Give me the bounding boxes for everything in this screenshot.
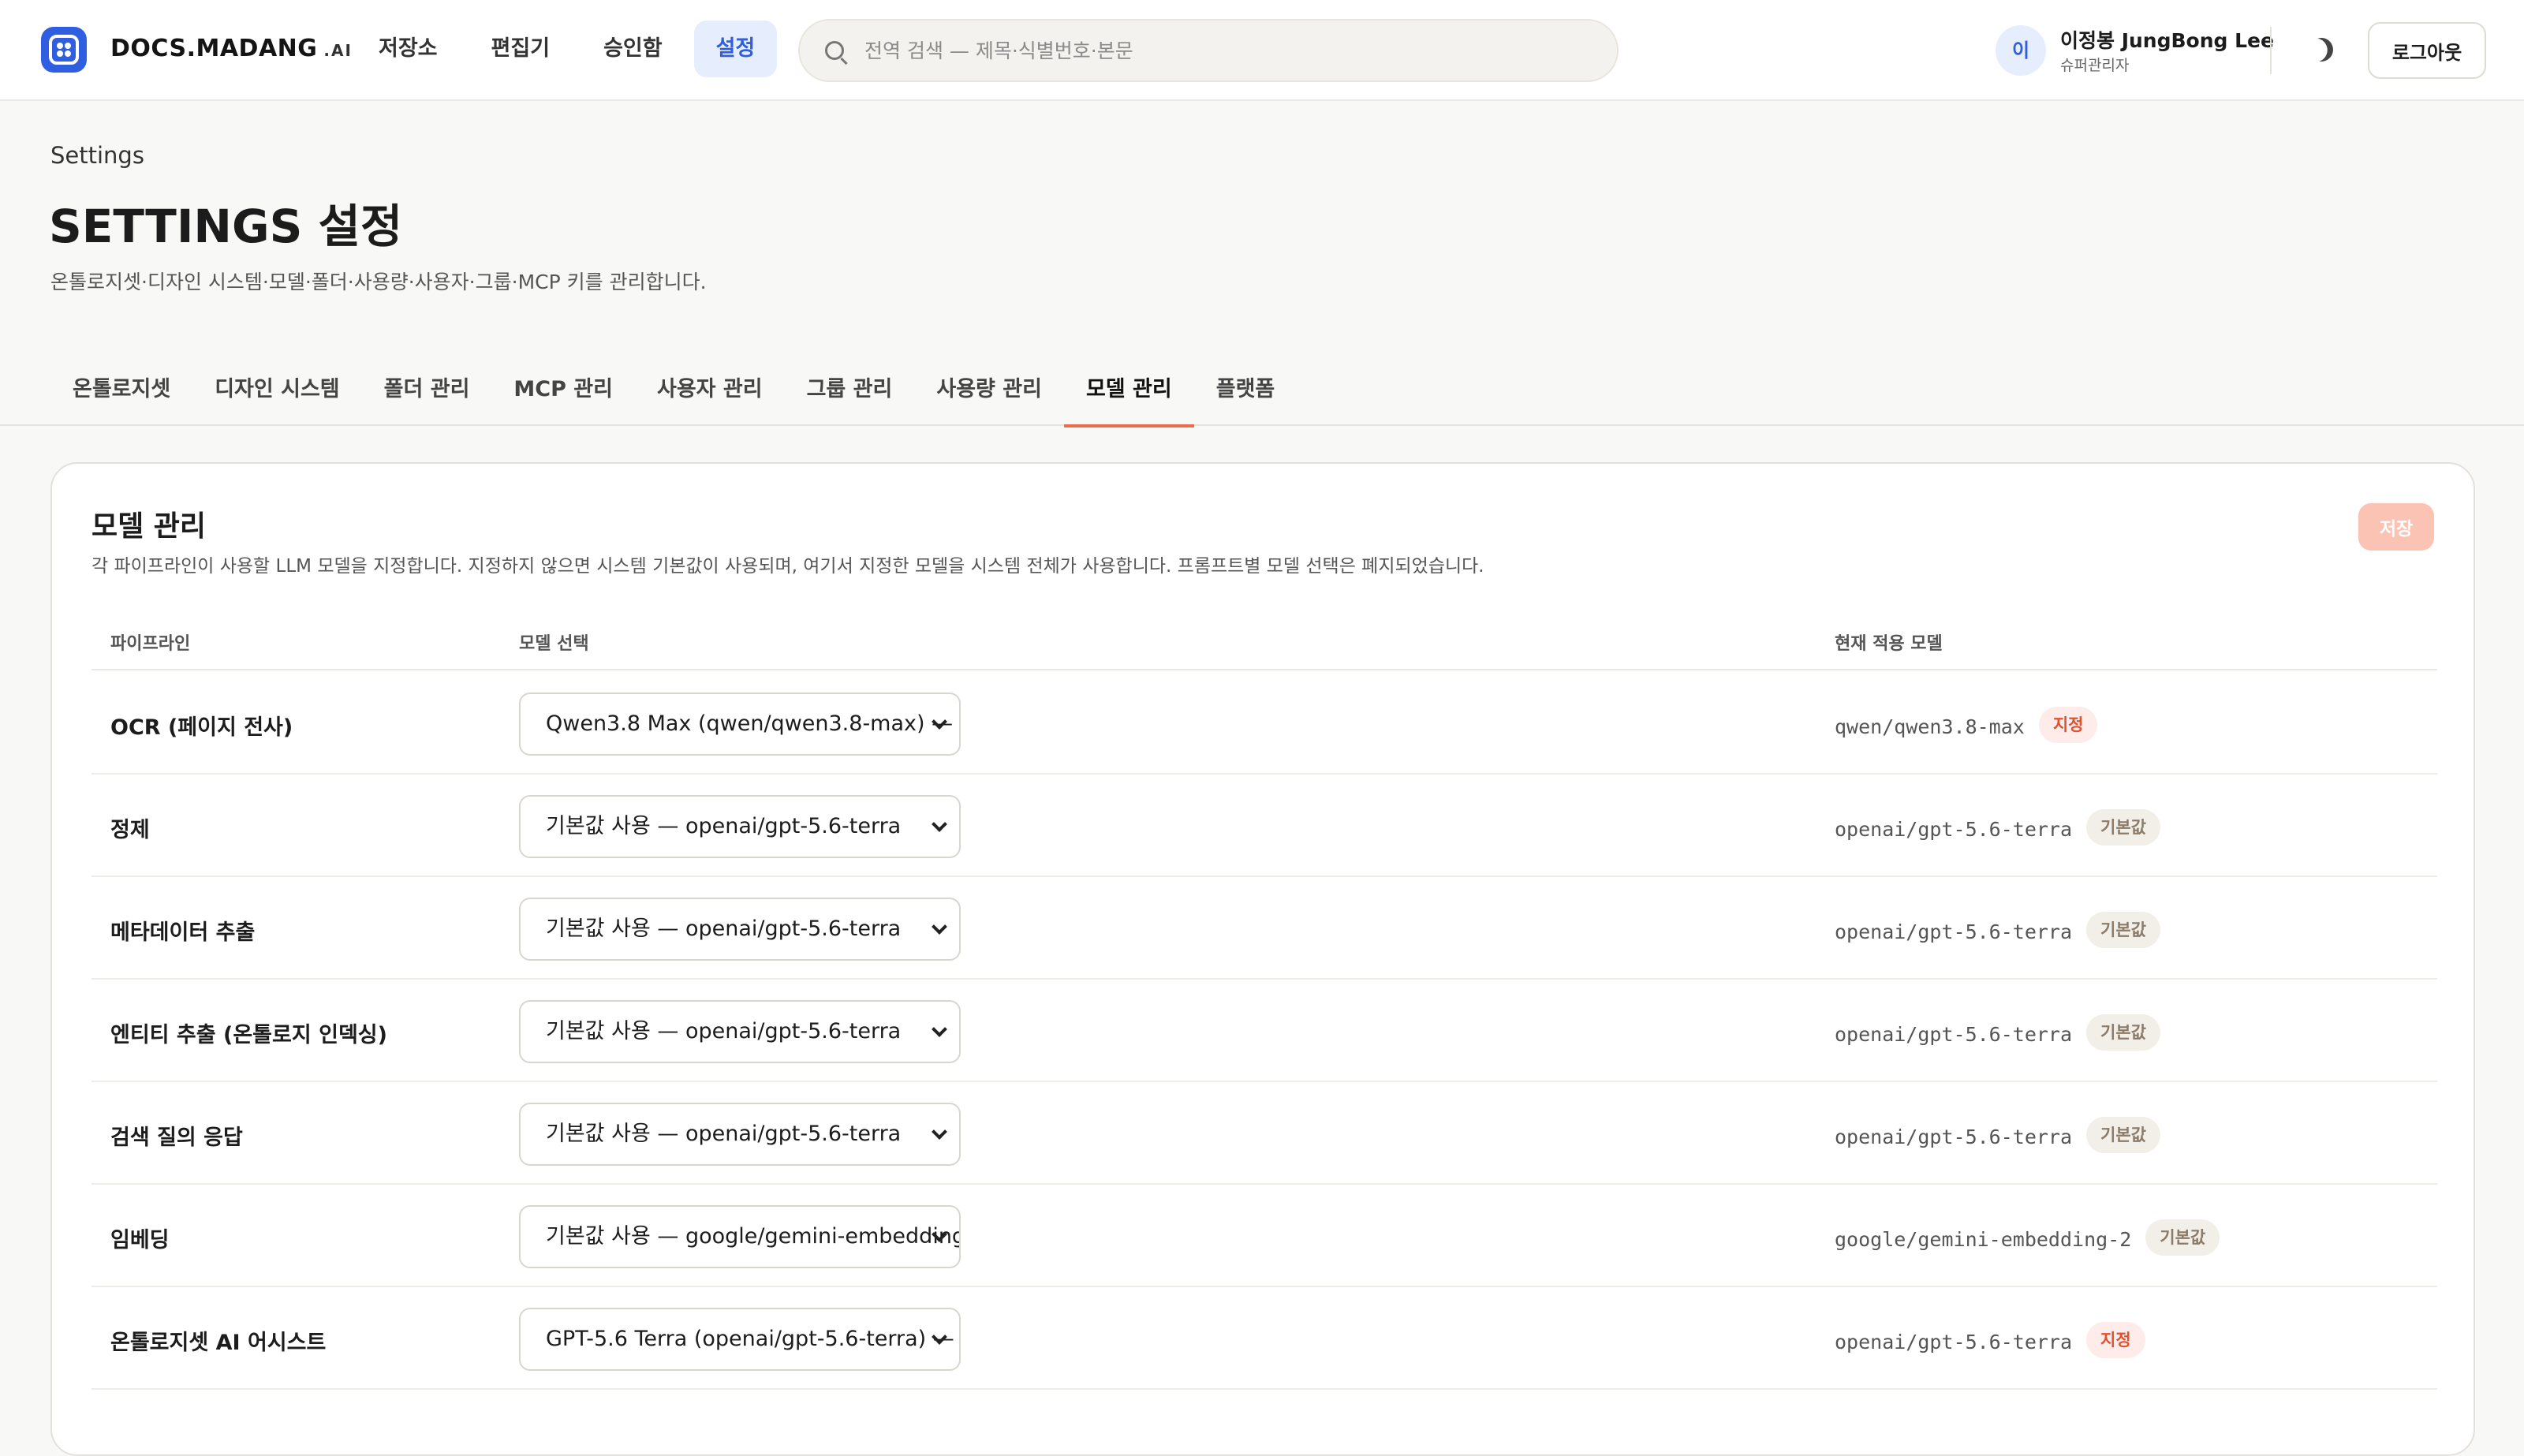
save-button[interactable]: 저장 — [2358, 503, 2434, 551]
card-title: 모델 관리 — [91, 510, 207, 543]
current-model-id: openai/gpt-5.6-terra — [1835, 1023, 2073, 1046]
model-select-value: GPT-5.6 Terra (openai/gpt-5.6-terra) — — [546, 1327, 954, 1351]
global-search — [798, 19, 1619, 82]
settings-tabs: 온톨로지셋 디자인 시스템 폴더 관리 MCP 관리 사용자 관리 그룹 관리 … — [0, 363, 2524, 427]
chevron-down-icon — [932, 816, 947, 832]
main-nav: 저장소 편집기 승인함 설정 — [357, 21, 778, 77]
model-select-value: 기본값 사용 — google/gemini-embedding — [546, 1224, 961, 1249]
table-header: 파이프라인 모델 선택 현재 적용 모델 — [91, 622, 2437, 670]
tab-folder-management[interactable]: 폴더 관리 — [362, 363, 492, 426]
model-select-value: 기본값 사용 — openai/gpt-5.6-terra — [546, 1019, 902, 1043]
model-select-value: 기본값 사용 — openai/gpt-5.6-terra — [546, 814, 902, 838]
current-model-id: openai/gpt-5.6-terra — [1835, 1126, 2073, 1148]
pipeline-name: OCR (페이지 전사) — [110, 715, 293, 740]
current-model-id: openai/gpt-5.6-terra — [1835, 818, 2073, 841]
current-model: openai/gpt-5.6-terra 기본값 — [1835, 1014, 2160, 1054]
tab-group-management[interactable]: 그룹 관리 — [785, 363, 915, 426]
tab-mcp-management[interactable]: MCP 관리 — [491, 363, 635, 426]
user-role: 슈퍼관리자 — [2060, 57, 2130, 74]
tab-platform[interactable]: 플랫폼 — [1194, 363, 1297, 426]
header-divider — [2270, 27, 2272, 74]
brand-suffix: .AI — [323, 41, 353, 60]
search-icon — [825, 41, 844, 60]
pipeline-name: 정제 — [110, 818, 150, 842]
nav-item-settings[interactable]: 설정 — [693, 21, 778, 77]
model-select[interactable]: 기본값 사용 — openai/gpt-5.6-terra — [519, 795, 961, 858]
top-bar: DOCS.MADANG .AI 저장소 편집기 승인함 설정 이 이정봉 Jung… — [0, 0, 2524, 101]
status-badge: 지정 — [2086, 1322, 2145, 1358]
table-row: OCR (페이지 전사) Qwen3.8 Max (qwen/qwen3.8-ma… — [91, 672, 2437, 775]
table-row: 온톨로지셋 AI 어시스트 GPT-5.6 Terra (openai/gpt-5… — [91, 1287, 2437, 1390]
table-row: 임베딩 기본값 사용 — google/gemini-embedding googl… — [91, 1185, 2437, 1287]
theme-toggle-moon-icon[interactable] — [2306, 35, 2336, 65]
logout-button[interactable]: 로그아웃 — [2368, 22, 2486, 79]
status-badge: 기본값 — [2086, 809, 2160, 846]
table-row: 검색 질의 응답 기본값 사용 — openai/gpt-5.6-terra ope… — [91, 1082, 2437, 1185]
model-select[interactable]: GPT-5.6 Terra (openai/gpt-5.6-terra) — — [519, 1308, 961, 1371]
tab-ontology-set[interactable]: 온톨로지셋 — [50, 363, 192, 426]
model-select[interactable]: Qwen3.8 Max (qwen/qwen3.8-max) — — [519, 693, 961, 756]
tab-design-system[interactable]: 디자인 시스템 — [192, 363, 361, 426]
current-model: openai/gpt-5.6-terra 지정 — [1835, 1322, 2145, 1361]
pipeline-name: 검색 질의 응답 — [110, 1126, 243, 1150]
model-select-value: Qwen3.8 Max (qwen/qwen3.8-max) — — [546, 711, 954, 736]
table-row: 엔티티 추출 (온톨로지 인덱싱) 기본값 사용 — openai/gpt-5.6… — [91, 980, 2437, 1082]
chevron-down-icon — [932, 1124, 947, 1140]
model-select-value: 기본값 사용 — openai/gpt-5.6-terra — [546, 917, 902, 941]
nav-item-repository[interactable]: 저장소 — [357, 21, 460, 77]
avatar[interactable]: 이 — [1996, 25, 2046, 76]
tab-usage-management[interactable]: 사용량 관리 — [914, 363, 1064, 426]
current-model-id: openai/gpt-5.6-terra — [1835, 1331, 2073, 1353]
model-select[interactable]: 기본값 사용 — openai/gpt-5.6-terra — [519, 898, 961, 961]
chevron-down-icon — [932, 1021, 947, 1037]
chevron-down-icon — [932, 919, 947, 935]
model-select[interactable]: 기본값 사용 — openai/gpt-5.6-terra — [519, 1000, 961, 1063]
model-select[interactable]: 기본값 사용 — google/gemini-embedding — [519, 1205, 961, 1268]
pipeline-name: 메타데이터 추출 — [110, 920, 256, 945]
table-row: 메타데이터 추출 기본값 사용 — openai/gpt-5.6-terra ope… — [91, 877, 2437, 980]
nav-item-editor[interactable]: 편집기 — [469, 21, 573, 77]
pipeline-name: 엔티티 추출 (온톨로지 인덱싱) — [110, 1023, 387, 1047]
tab-user-management[interactable]: 사용자 관리 — [635, 363, 785, 426]
status-badge: 기본값 — [2086, 1117, 2160, 1153]
search-input[interactable] — [864, 21, 1590, 80]
column-header-current-model: 현재 적용 모델 — [1835, 634, 1943, 654]
page-title: SETTINGS 설정 — [49, 200, 403, 253]
brand-name[interactable]: DOCS.MADANG .AI — [110, 35, 353, 62]
app-logo-icon[interactable] — [41, 27, 87, 73]
status-badge: 기본값 — [2086, 1014, 2160, 1051]
nav-item-approvals[interactable]: 승인함 — [581, 21, 685, 77]
table-row: 정제 기본값 사용 — openai/gpt-5.6-terra openai/gp… — [91, 775, 2437, 877]
model-management-card: 모델 관리 각 파이프라인이 사용할 LLM 모델을 지정합니다. 지정하지 않… — [50, 462, 2475, 1456]
current-model-id: openai/gpt-5.6-terra — [1835, 920, 2073, 943]
current-model: openai/gpt-5.6-terra 기본값 — [1835, 912, 2160, 951]
breadcrumb: Settings — [50, 142, 144, 169]
pipeline-name: 임베딩 — [110, 1228, 170, 1253]
pipeline-name: 온톨로지셋 AI 어시스트 — [110, 1331, 327, 1355]
current-model: qwen/qwen3.8-max 지정 — [1835, 707, 2098, 746]
tab-model-management[interactable]: 모델 관리 — [1063, 363, 1194, 427]
current-model: openai/gpt-5.6-terra 기본값 — [1835, 1117, 2160, 1156]
column-header-pipeline: 파이프라인 — [110, 634, 191, 654]
user-name: 이정봉 JungBong Lee — [2060, 29, 2274, 52]
current-model: google/gemini-embedding-2 기본값 — [1835, 1219, 2220, 1259]
brand-title: DOCS.MADANG — [110, 35, 318, 62]
column-header-model-select: 모델 선택 — [519, 634, 589, 654]
current-model: openai/gpt-5.6-terra 기본값 — [1835, 809, 2160, 849]
page-description: 온톨로지셋·디자인 시스템·모델·폴더·사용량·사용자·그룹·MCP 키를 관리… — [50, 271, 707, 293]
status-badge: 기본값 — [2086, 912, 2160, 948]
current-model-id: qwen/qwen3.8-max — [1835, 715, 2025, 738]
card-description: 각 파이프라인이 사용할 LLM 모델을 지정합니다. 지정하지 않으면 시스템… — [91, 556, 1484, 577]
current-model-id: google/gemini-embedding-2 — [1835, 1228, 2132, 1251]
status-badge: 지정 — [2038, 707, 2098, 743]
model-select-value: 기본값 사용 — openai/gpt-5.6-terra — [546, 1122, 902, 1146]
status-badge: 기본값 — [2145, 1219, 2220, 1256]
model-select[interactable]: 기본값 사용 — openai/gpt-5.6-terra — [519, 1103, 961, 1166]
